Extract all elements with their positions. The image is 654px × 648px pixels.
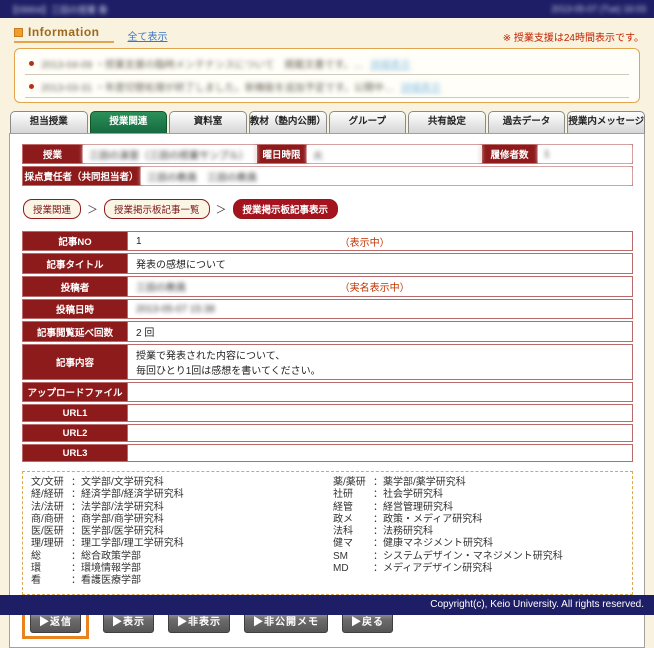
table-row-view-count: 記事閲覧延べ回数 2 回 xyxy=(22,321,633,342)
grader-label: 採点責任者（共同担当者） xyxy=(23,167,141,185)
legend-entry: 健マ：健康マネジメント研究科 xyxy=(333,538,626,550)
information-box: 2013-04-09 ・授業支援の臨時メンテナンスについて 掲載文書です。… 詳… xyxy=(14,48,640,103)
table-row-url2: URL2 xyxy=(22,424,633,442)
legend-entry: 法科：法務研究科 xyxy=(333,526,626,538)
information-item-text: 2013-03-31 ・年度切替処理が終了しました。新機能を追加予定です。公開中… xyxy=(41,79,394,94)
tab-jugyo-kanren[interactable]: 授業関連 xyxy=(90,111,168,133)
legend-entry: 文/文研：文学部/文学研究科 xyxy=(31,477,333,489)
titlebar-course-text: 【09904】三田の授業 春 xyxy=(8,3,108,16)
faculty-legend-right-column: 薬/薬研：薬学部/薬学研究科 社研：社会学研究科 経管：経営管理研究科 政メ：政… xyxy=(333,477,626,588)
table-row-url3: URL3 xyxy=(22,444,633,462)
view-count-value: 2 回 xyxy=(136,324,154,339)
main-tab-bar: 担当授業 授業関連 資料室 教材（塾内公開） グループ 共有設定 過去データ 授… xyxy=(10,111,645,133)
legend-entry: 政メ：政策・メディア研究科 xyxy=(333,514,626,526)
tab-jugyonai-message[interactable]: 授業内メッセージ xyxy=(567,111,645,133)
legend-entry: 社研：社会学研究科 xyxy=(333,489,626,501)
window-titlebar: 【09904】三田の授業 春 2013-05-07 (Tue) 16:03 xyxy=(0,0,654,18)
enrolled-count-value: 1 xyxy=(538,145,632,163)
tab-group[interactable]: グループ xyxy=(329,111,407,133)
legend-entry: 医/医研：医学部/医学研究科 xyxy=(31,526,333,538)
table-row-article-title: 記事タイトル 発表の感想について xyxy=(22,253,633,274)
information-section: Information 全て表示 ※ 授業支援は24時間表示です。 2013-0… xyxy=(14,27,640,103)
course-info-row: 授業 三田の演習（三田の授業サンプル） 曜日時限 火 履修者数 1 xyxy=(22,144,633,164)
article-body-value: 授業で発表された内容について、 毎回ひとり1回は感想を書いてください。 xyxy=(136,347,321,377)
information-item: 2013-04-09 ・授業支援の臨時メンテナンスについて 掲載文書です。… 詳… xyxy=(25,52,629,75)
tab-kako-data[interactable]: 過去データ xyxy=(488,111,566,133)
day-period-label: 曜日時限 xyxy=(257,145,307,163)
table-row-post-datetime: 投稿日時 2013-05-07 15:38 xyxy=(22,299,633,319)
breadcrumb-jugyo-kanren[interactable]: 授業関連 xyxy=(23,199,81,219)
footer-copyright: Copyright(c), Keio University. All right… xyxy=(0,595,654,615)
day-period-value: 火 xyxy=(307,145,482,163)
article-detail-table: 記事NO 1（表示中） 記事タイトル 発表の感想について 投稿者 三田の教員（実… xyxy=(22,231,633,462)
post-datetime-value: 2013-05-07 15:38 xyxy=(136,304,215,315)
table-row-article-no: 記事NO 1（表示中） xyxy=(22,231,633,251)
tab-kyoyu-settei[interactable]: 共有設定 xyxy=(408,111,486,133)
grader-info-row: 採点責任者（共同担当者） 三田の教員 三田の教員 xyxy=(22,166,633,186)
tab-shiryoshitsu[interactable]: 資料室 xyxy=(169,111,247,133)
table-row-article-body: 記事内容 授業で発表された内容について、 毎回ひとり1回は感想を書いてください。 xyxy=(22,344,633,380)
breadcrumb-article-view-current: 授業掲示板記事表示 xyxy=(233,199,339,219)
breadcrumb-separator: ＞ xyxy=(216,201,227,217)
information-item-link[interactable]: 詳細表示 xyxy=(370,56,410,71)
breadcrumb: 授業関連 ＞ 授業掲示板記事一覧 ＞ 授業掲示板記事表示 xyxy=(23,199,633,219)
realname-status-note: （実名表示中） xyxy=(340,279,410,294)
information-title: Information xyxy=(28,25,100,39)
grader-value: 三田の教員 三田の教員 xyxy=(141,167,632,185)
breadcrumb-separator: ＞ xyxy=(87,201,98,217)
tab-kyozai[interactable]: 教材（塾内公開） xyxy=(249,111,327,133)
bullet-icon xyxy=(29,84,34,89)
course-name-value: 三田の演習（三田の授業サンプル） xyxy=(83,145,257,163)
legend-entry: 看：看護医療学部 xyxy=(31,575,333,587)
legend-entry: 経管：経営管理研究科 xyxy=(333,502,626,514)
table-row-upload-file: アップロードファイル xyxy=(22,382,633,402)
show-all-link[interactable]: 全て表示 xyxy=(128,28,168,43)
legend-entry: 商/商研：商学部/商学研究科 xyxy=(31,514,333,526)
table-row-url1: URL1 xyxy=(22,404,633,422)
bullet-icon xyxy=(29,61,34,66)
course-name-label: 授業 xyxy=(23,145,83,163)
legend-entry: 環：環境情報学部 xyxy=(31,563,333,575)
support-hours-note: ※ 授業支援は24時間表示です。 xyxy=(503,29,644,44)
main-panel: 授業 三田の演習（三田の授業サンプル） 曜日時限 火 履修者数 1 採点責任者（… xyxy=(9,133,645,648)
information-item: 2013-03-31 ・年度切替処理が終了しました。新機能を追加予定です。公開中… xyxy=(25,75,629,98)
legend-entry: 経/経研：経済学部/経済学研究科 xyxy=(31,489,333,501)
article-title-value: 発表の感想について xyxy=(136,256,226,271)
tab-tanto-jugyo[interactable]: 担当授業 xyxy=(10,111,88,133)
legend-entry: SM：システムデザイン・マネジメント研究科 xyxy=(333,551,626,563)
legend-entry: 薬/薬研：薬学部/薬学研究科 xyxy=(333,477,626,489)
legend-entry: 法/法研：法学部/法学研究科 xyxy=(31,502,333,514)
legend-entry: 総：総合政策学部 xyxy=(31,551,333,563)
poster-name-value: 三田の教員 xyxy=(136,279,186,294)
titlebar-datetime: 2013-05-07 (Tue) 16:03 xyxy=(551,4,646,14)
legend-entry: MD：メディアデザイン研究科 xyxy=(333,563,626,575)
information-item-link[interactable]: 詳細表示 xyxy=(401,79,441,94)
information-item-text: 2013-04-09 ・授業支援の臨時メンテナンスについて 掲載文書です。… xyxy=(41,56,363,71)
table-row-poster: 投稿者 三田の教員（実名表示中） xyxy=(22,276,633,297)
article-no-value: 1 xyxy=(136,236,142,247)
information-icon xyxy=(14,28,23,37)
faculty-legend: 文/文研：文学部/文学研究科 経/経研：経済学部/経済学研究科 法/法研：法学部… xyxy=(22,471,633,595)
legend-entry: 理/理研：理工学部/理工学研究科 xyxy=(31,538,333,550)
display-status-note: （表示中） xyxy=(340,234,390,249)
enrolled-count-label: 履修者数 xyxy=(482,145,538,163)
faculty-legend-left-column: 文/文研：文学部/文学研究科 経/経研：経済学部/経済学研究科 法/法研：法学部… xyxy=(31,477,333,588)
breadcrumb-article-list[interactable]: 授業掲示板記事一覧 xyxy=(104,199,210,219)
